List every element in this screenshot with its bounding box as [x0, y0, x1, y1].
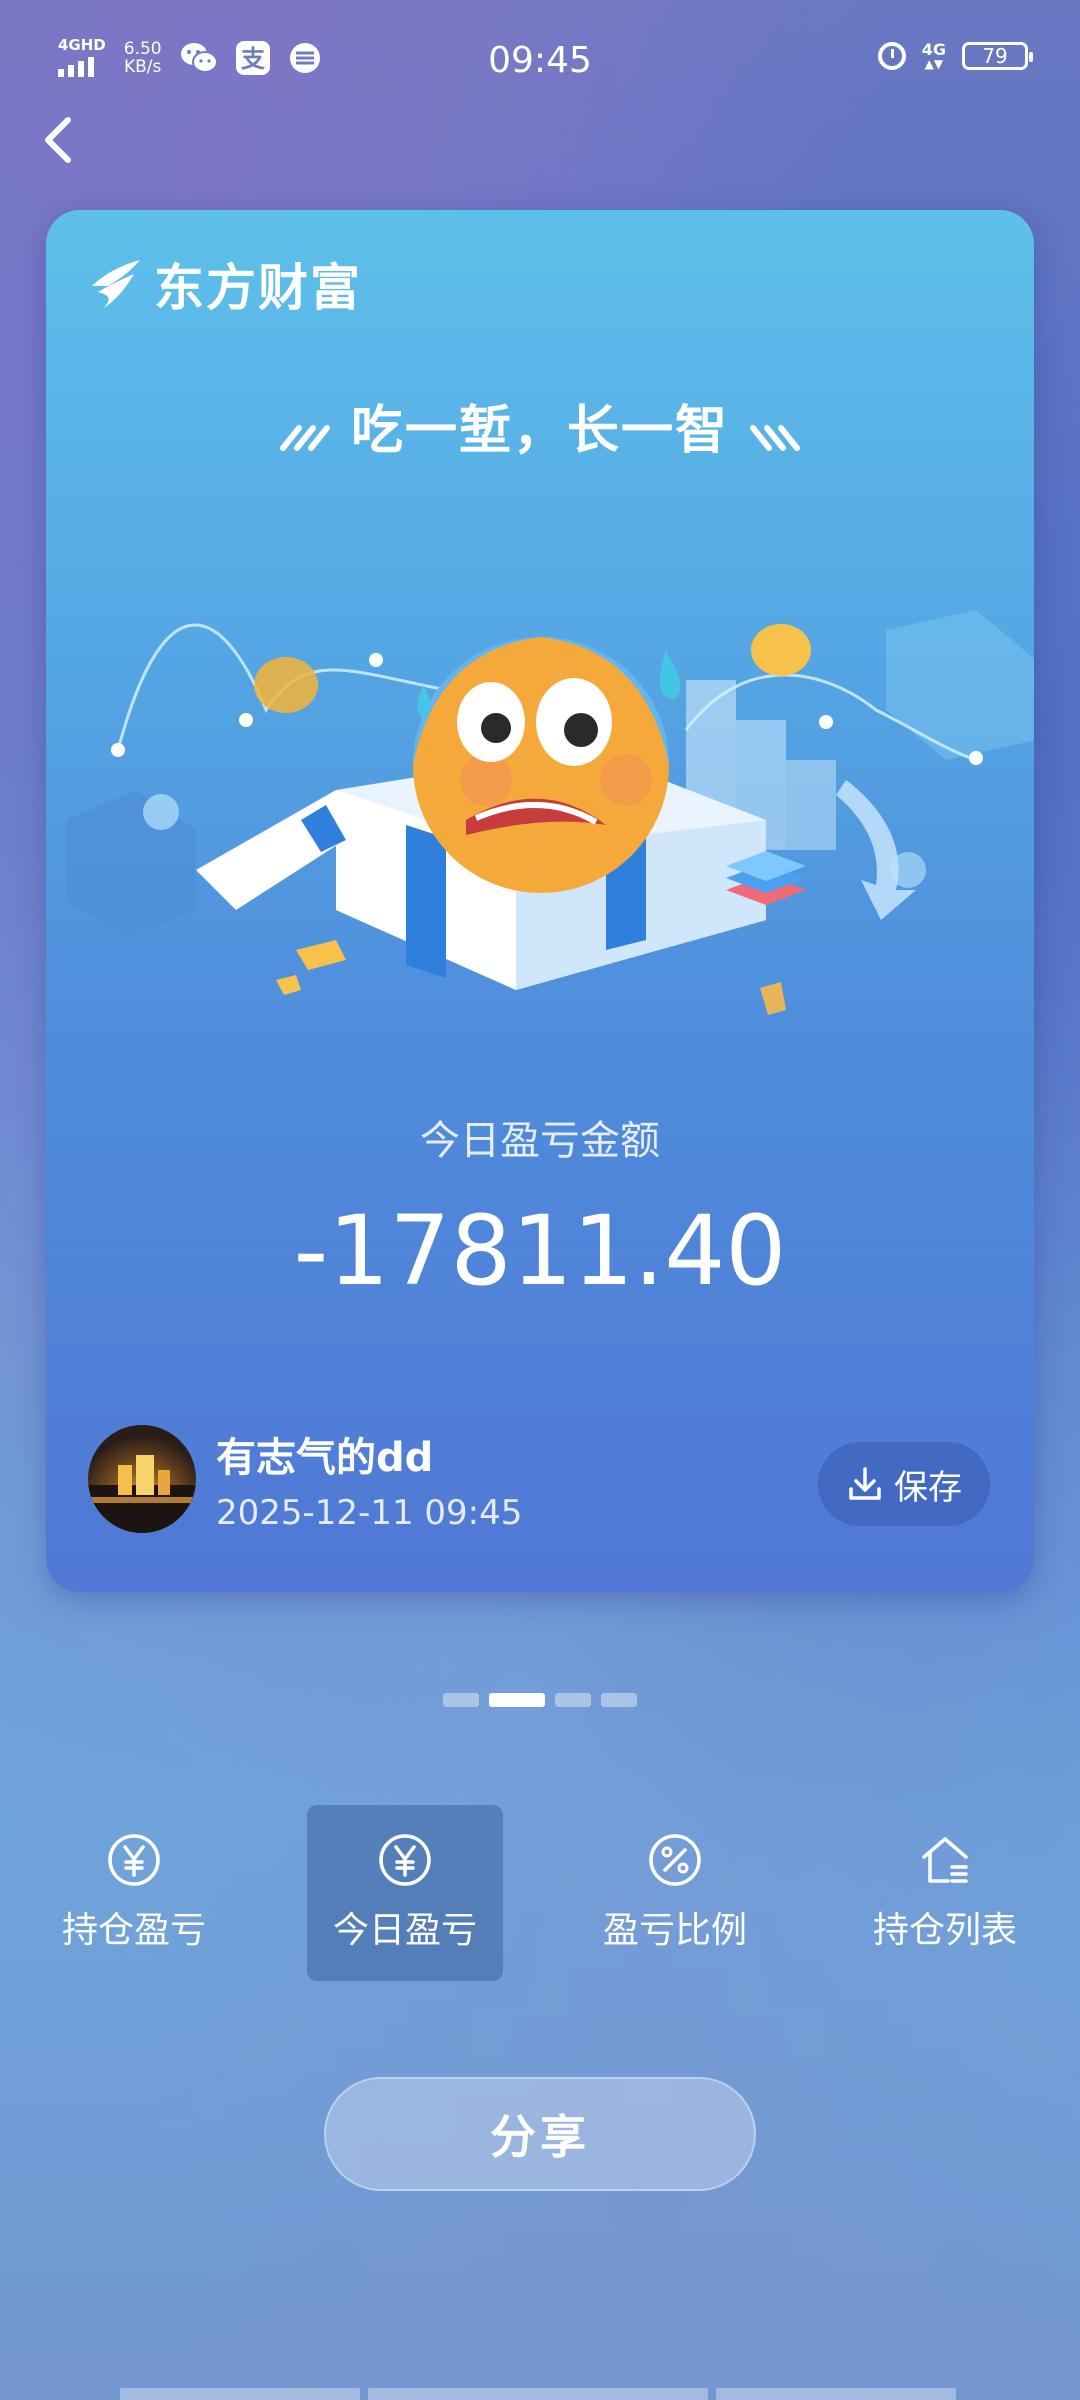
tab-pnl-ratio[interactable]: 盈亏比例 [577, 1805, 773, 1981]
mobile-data-icon: 4G ▲▼ [921, 40, 946, 71]
download-icon [849, 1467, 881, 1500]
share-label: 分享 [490, 2110, 590, 2164]
tab-today-pnl[interactable]: 今日盈亏 [307, 1805, 503, 1981]
tab-position-pnl[interactable]: 持仓盈亏 [36, 1805, 232, 1981]
tab-label: 今日盈亏 [332, 1910, 477, 1951]
scared-emoji-gift-illustration [66, 610, 1034, 1015]
tab-position-list[interactable]: 持仓列表 [847, 1805, 1043, 1981]
brand-logo-icon [92, 260, 140, 308]
brand-name: 东方财富 [154, 259, 362, 317]
avatar [88, 1425, 196, 1533]
tab-label: 持仓列表 [872, 1910, 1017, 1951]
page-dot[interactable] [555, 1693, 591, 1707]
house-list-icon [922, 1837, 968, 1883]
user-info: 有志气的dd 2025-12-11 09:45 [88, 1425, 522, 1533]
card-type-tabs: 持仓盈亏 今日盈亏 盈亏比例 持仓列表 [0, 1805, 1080, 1981]
battery-icon: 79 [962, 42, 1033, 70]
status-bar: 4GHD 6.50 KB/s 支 09:45 4G ▲▼ 79 [0, 0, 1080, 120]
status-bar-right: 4G ▲▼ 79 [877, 40, 1033, 71]
slogan-text: 吃一堑，长一智 [350, 401, 729, 461]
page-dot-active[interactable] [489, 1693, 545, 1707]
bottom-edge-decoration [120, 2388, 956, 2400]
page-dot[interactable] [443, 1693, 479, 1707]
mobile-data-type: 4G [921, 40, 946, 59]
page-indicator [0, 1693, 1080, 1707]
tab-label: 盈亏比例 [602, 1910, 747, 1951]
battery-level: 79 [982, 44, 1008, 68]
slash-decoration-icon [279, 425, 330, 451]
share-timestamp: 2025-12-11 09:45 [216, 1493, 523, 1533]
share-card: 东方财富 吃一堑，长一智 今日盈亏金额 -17811.40 有志气的dd 202… [46, 210, 1034, 1592]
slash-decoration-icon [750, 425, 800, 451]
yen-circle-icon [108, 1834, 160, 1886]
slogan: 吃一堑，长一智 [46, 388, 1034, 463]
alarm-icon [877, 42, 906, 70]
amount-label: 今日盈亏金额 [420, 1118, 660, 1164]
percent-circle-icon [649, 1834, 701, 1886]
back-arrow-icon[interactable] [34, 110, 94, 170]
yen-circle-icon [379, 1834, 431, 1886]
page-dot[interactable] [601, 1693, 637, 1707]
brand-logo: 东方财富 [88, 248, 362, 320]
tab-label: 持仓盈亏 [61, 1910, 206, 1951]
save-button[interactable]: 保存 [818, 1442, 990, 1526]
save-label: 保存 [894, 1467, 962, 1508]
user-name: 有志气的dd [216, 1435, 434, 1481]
pnl-amount: -17811.40 [293, 1195, 787, 1307]
share-button[interactable]: 分享 [324, 2077, 756, 2191]
